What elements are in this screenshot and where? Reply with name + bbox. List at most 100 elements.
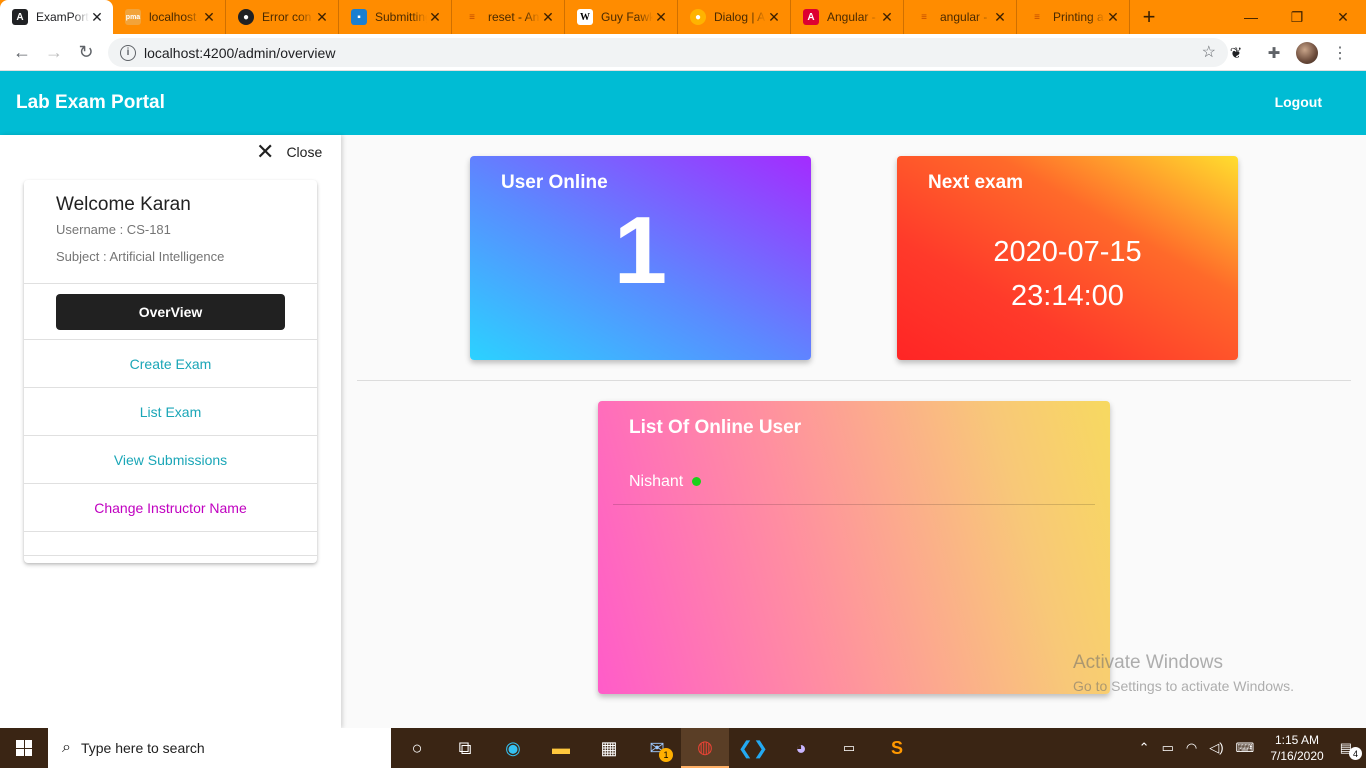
close-window-icon[interactable]: ✕ bbox=[1320, 0, 1366, 34]
tab-title: Error con bbox=[262, 10, 312, 24]
close-tab-icon[interactable]: ✕ bbox=[879, 9, 895, 26]
nav-item-view-submissions[interactable]: View Submissions bbox=[24, 436, 317, 484]
sidebar: ✕ Close Welcome Karan Username : CS-181 … bbox=[0, 135, 341, 728]
online-users-card: List Of Online User Nishant bbox=[598, 401, 1110, 694]
battery-icon[interactable]: ▭ bbox=[1156, 740, 1180, 756]
nav-item-list-exam[interactable]: List Exam bbox=[24, 388, 317, 436]
reload-icon[interactable]: ↻ bbox=[70, 36, 102, 68]
store-icon[interactable]: ▦ bbox=[585, 728, 633, 768]
volume-icon[interactable]: ◁) bbox=[1203, 740, 1229, 756]
angular-icon: A bbox=[12, 9, 28, 25]
nav-item-create-exam[interactable]: Create Exam bbox=[24, 340, 317, 388]
subject-text: Subject : Artificial Intelligence bbox=[56, 249, 225, 264]
app-title: Lab Exam Portal bbox=[16, 92, 165, 113]
bitwarden-icon: ▪ bbox=[351, 9, 367, 25]
phpmyadmin-icon: pma bbox=[125, 9, 141, 25]
close-tab-icon[interactable]: ✕ bbox=[766, 9, 782, 26]
browser-tab[interactable]: ≡ Printing a ✕ bbox=[1017, 0, 1130, 34]
new-tab-icon[interactable]: + bbox=[1134, 0, 1164, 34]
activate-windows-watermark: Activate Windows Go to Settings to activ… bbox=[1073, 652, 1294, 694]
close-tab-icon[interactable]: ✕ bbox=[992, 9, 1008, 26]
nav-item-change-instructor-name[interactable]: Change Instructor Name bbox=[24, 484, 317, 532]
overview-button[interactable]: OverView bbox=[56, 293, 285, 330]
browser-tab[interactable]: ● Dialog | A ✕ bbox=[678, 0, 791, 34]
address-bar[interactable]: i localhost:4200/admin/overview ☆ bbox=[108, 38, 1228, 67]
app-header: Lab Exam Portal Logout bbox=[0, 71, 1366, 135]
watermark-subtitle: Go to Settings to activate Windows. bbox=[1073, 678, 1294, 694]
bookmark-star-icon[interactable]: ☆ bbox=[1202, 42, 1216, 62]
close-tab-icon[interactable]: ✕ bbox=[89, 9, 105, 26]
search-icon: ⌕ bbox=[62, 739, 71, 756]
mail-icon[interactable]: ✉ 1 bbox=[633, 728, 681, 768]
browser-tab[interactable]: pma localhost / localhost / ... ✕ bbox=[113, 0, 226, 34]
browser-tab[interactable]: ● Error con ✕ bbox=[226, 0, 339, 34]
sublime-text-icon[interactable]: S bbox=[873, 728, 921, 768]
browser-tab[interactable]: W Guy Fawkes ✕ bbox=[565, 0, 678, 34]
stackoverflow-icon: ≡ bbox=[921, 11, 927, 23]
close-tab-icon[interactable]: ✕ bbox=[314, 9, 330, 26]
puzzle-extensions-icon[interactable]: ✚ bbox=[1258, 37, 1290, 69]
mail-badge: 1 bbox=[659, 748, 673, 762]
tab-title: Guy Fawkes bbox=[601, 10, 653, 24]
card-title: Next exam bbox=[928, 172, 1024, 193]
card-title: User Online bbox=[501, 172, 608, 193]
browser-tab-strip: A ExamPortal ✕ pma localhost / localhost… bbox=[0, 0, 1366, 34]
menu-dots-icon[interactable]: ⋮ bbox=[1324, 37, 1356, 69]
chevron-up-icon[interactable]: ⌃ bbox=[1133, 740, 1156, 756]
user-online-card: User Online 1 bbox=[470, 156, 811, 360]
minimize-icon[interactable]: — bbox=[1228, 0, 1274, 34]
watermark-title: Activate Windows bbox=[1073, 652, 1223, 673]
task-view-icon[interactable]: ⧉ bbox=[441, 728, 489, 768]
tab-title: ExamPortal bbox=[36, 10, 89, 24]
taskbar-search[interactable]: ⌕ Type here to search bbox=[48, 728, 391, 768]
file-explorer-icon[interactable]: ▬ bbox=[537, 728, 585, 768]
start-button[interactable] bbox=[0, 728, 48, 768]
back-arrow-icon[interactable]: ← bbox=[6, 36, 38, 68]
tab-title: angular - bbox=[940, 10, 988, 24]
system-tray: ⌃ ▭ ◠ ◁) ⌨ 1:15 AM 7/16/2020 ▤ 4 bbox=[1133, 728, 1366, 768]
cortana-icon[interactable]: ○ bbox=[393, 728, 441, 768]
clock-time: 1:15 AM bbox=[1274, 733, 1320, 747]
notifications-icon[interactable]: ▤ 4 bbox=[1334, 740, 1366, 760]
nav-item-empty bbox=[24, 532, 317, 556]
close-tab-icon[interactable]: ✕ bbox=[1105, 9, 1121, 26]
tab-title: localhost / localhost / ... bbox=[149, 10, 201, 24]
logout-button[interactable]: Logout bbox=[1275, 94, 1322, 110]
window-controls: — ❐ ✕ bbox=[1228, 0, 1366, 34]
user-name: Nishant bbox=[629, 472, 684, 490]
close-tab-icon[interactable]: ✕ bbox=[540, 9, 556, 26]
profile-card: Welcome Karan Username : CS-181 Subject … bbox=[24, 180, 317, 563]
exam-time: 23:14:00 bbox=[1011, 280, 1124, 312]
edge-icon[interactable]: ◉ bbox=[489, 728, 537, 768]
chrome-icon[interactable]: ◍ bbox=[681, 728, 729, 768]
wifi-icon[interactable]: ◠ bbox=[1180, 740, 1203, 756]
info-icon[interactable]: i bbox=[120, 44, 136, 61]
close-tab-icon[interactable]: ✕ bbox=[201, 9, 217, 26]
username-text: Username : CS-181 bbox=[56, 222, 171, 237]
github-desktop-icon[interactable]: ◕ bbox=[777, 728, 825, 768]
browser-tab[interactable]: A Angular - ✕ bbox=[791, 0, 904, 34]
keyboard-icon[interactable]: ⌨ bbox=[1230, 740, 1261, 756]
tab-title: Submitting bbox=[375, 10, 427, 24]
terminal-icon[interactable]: ▭ bbox=[825, 728, 873, 768]
online-count: 1 bbox=[613, 197, 668, 304]
search-placeholder: Type here to search bbox=[80, 740, 205, 756]
divider bbox=[357, 380, 1351, 381]
browser-tab[interactable]: ▪ Submitting ✕ bbox=[339, 0, 452, 34]
browser-tab[interactable]: ≡ angular - ✕ bbox=[904, 0, 1017, 34]
browser-tab[interactable]: ≡ reset - An ✕ bbox=[452, 0, 565, 34]
browser-tab[interactable]: A ExamPortal ✕ bbox=[0, 0, 113, 34]
clock[interactable]: 1:15 AM 7/16/2020 bbox=[1260, 732, 1333, 764]
profile-avatar[interactable] bbox=[1296, 42, 1318, 64]
online-status-dot bbox=[692, 477, 702, 486]
restore-icon[interactable]: ❐ bbox=[1274, 0, 1320, 34]
exam-date: 2020-07-15 bbox=[993, 236, 1142, 268]
close-tab-icon[interactable]: ✕ bbox=[653, 9, 669, 26]
close-sidebar-button[interactable]: ✕ Close bbox=[256, 139, 322, 164]
vscode-icon[interactable]: ❮❯ bbox=[729, 728, 777, 768]
close-icon: ✕ bbox=[256, 139, 275, 164]
forward-arrow-icon[interactable]: → bbox=[38, 36, 70, 68]
close-tab-icon[interactable]: ✕ bbox=[427, 9, 443, 26]
extension-icon[interactable]: ❦ bbox=[1220, 37, 1252, 69]
windows-logo-icon bbox=[16, 740, 32, 756]
